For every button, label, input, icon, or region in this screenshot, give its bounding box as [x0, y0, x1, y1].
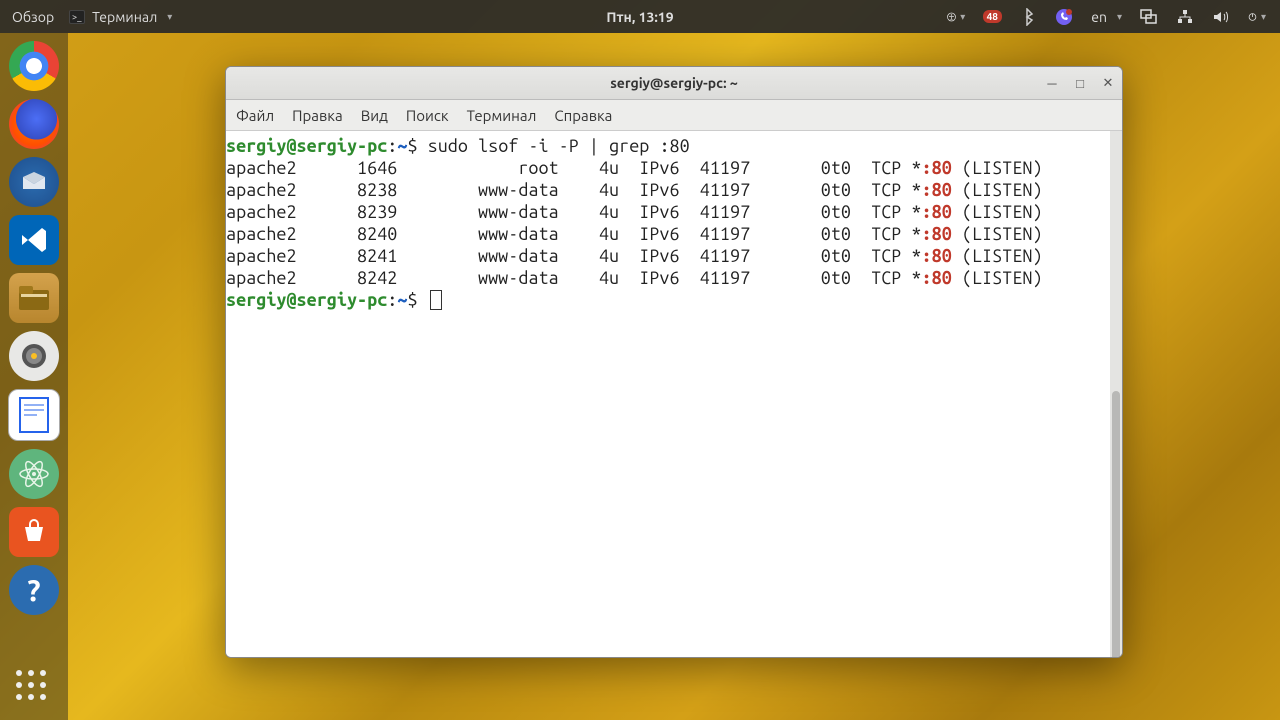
terminal-body[interactable]: sergiy@sergiy-pc:~$ sudo lsof -i -P | gr… — [226, 131, 1110, 657]
window-title: sergiy@sergiy-pc: ~ — [610, 75, 738, 91]
menu-file[interactable]: Файл — [236, 107, 274, 124]
window-controls: ─ □ ✕ — [1044, 67, 1116, 99]
minimize-button[interactable]: ─ — [1044, 75, 1060, 91]
app-menu-label: Терминал — [92, 9, 157, 25]
network-icon[interactable] — [1176, 8, 1194, 26]
bluetooth-icon[interactable] — [1019, 8, 1037, 26]
power-icon[interactable] — [1248, 8, 1266, 26]
menu-search[interactable]: Поиск — [406, 107, 449, 124]
dock-atom[interactable] — [9, 449, 59, 499]
terminal-menubar: Файл Правка Вид Поиск Терминал Справка — [226, 100, 1122, 131]
viber-icon[interactable] — [1055, 8, 1073, 26]
svg-text:>_: >_ — [72, 12, 82, 22]
terminal-icon: >_ — [68, 8, 86, 26]
show-applications-button[interactable] — [0, 670, 68, 706]
scrollbar-thumb[interactable] — [1112, 391, 1120, 658]
app-menu-button[interactable]: >_ Терминал — [68, 8, 172, 26]
menu-terminal[interactable]: Терминал — [467, 107, 537, 124]
dock-writer[interactable] — [8, 389, 60, 441]
menu-view[interactable]: Вид — [361, 107, 388, 124]
dock-vscode[interactable] — [9, 215, 59, 265]
clock-text: Птн, 13:19 — [606, 9, 673, 25]
accessibility-icon[interactable] — [947, 8, 965, 26]
updates-badge: 48 — [983, 10, 1002, 23]
updates-icon[interactable]: 48 — [983, 8, 1001, 26]
activities-button[interactable]: Обзор — [12, 9, 54, 25]
menu-edit[interactable]: Правка — [292, 107, 343, 124]
activities-label: Обзор — [12, 9, 54, 25]
dock-firefox[interactable] — [9, 99, 59, 149]
maximize-button[interactable]: □ — [1072, 75, 1088, 91]
dock: ? — [0, 33, 68, 720]
volume-icon[interactable] — [1212, 8, 1230, 26]
window-titlebar[interactable]: sergiy@sergiy-pc: ~ ─ □ ✕ — [226, 67, 1122, 100]
terminal-scrollbar[interactable] — [1110, 131, 1122, 657]
dock-thunderbird[interactable] — [9, 157, 59, 207]
dock-software[interactable] — [9, 507, 59, 557]
keyboard-layout[interactable]: en — [1091, 9, 1122, 25]
terminal-output: sergiy@sergiy-pc:~$ sudo lsof -i -P | gr… — [226, 135, 1106, 311]
lang-label: en — [1091, 9, 1107, 25]
top-panel-left: Обзор >_ Терминал — [0, 8, 172, 26]
dock-chrome[interactable] — [9, 41, 59, 91]
close-button[interactable]: ✕ — [1100, 75, 1116, 91]
top-panel: Обзор >_ Терминал Птн, 13:19 48 en — [0, 0, 1280, 33]
clock[interactable]: Птн, 13:19 — [606, 9, 673, 25]
dock-files[interactable] — [9, 273, 59, 323]
menu-help[interactable]: Справка — [554, 107, 612, 124]
dock-help[interactable]: ? — [9, 565, 59, 615]
top-panel-right: 48 en — [947, 8, 1280, 26]
terminal-window: sergiy@sergiy-pc: ~ ─ □ ✕ Файл Правка Ви… — [225, 66, 1123, 658]
screen-icon[interactable] — [1140, 8, 1158, 26]
dock-rhythmbox[interactable] — [9, 331, 59, 381]
